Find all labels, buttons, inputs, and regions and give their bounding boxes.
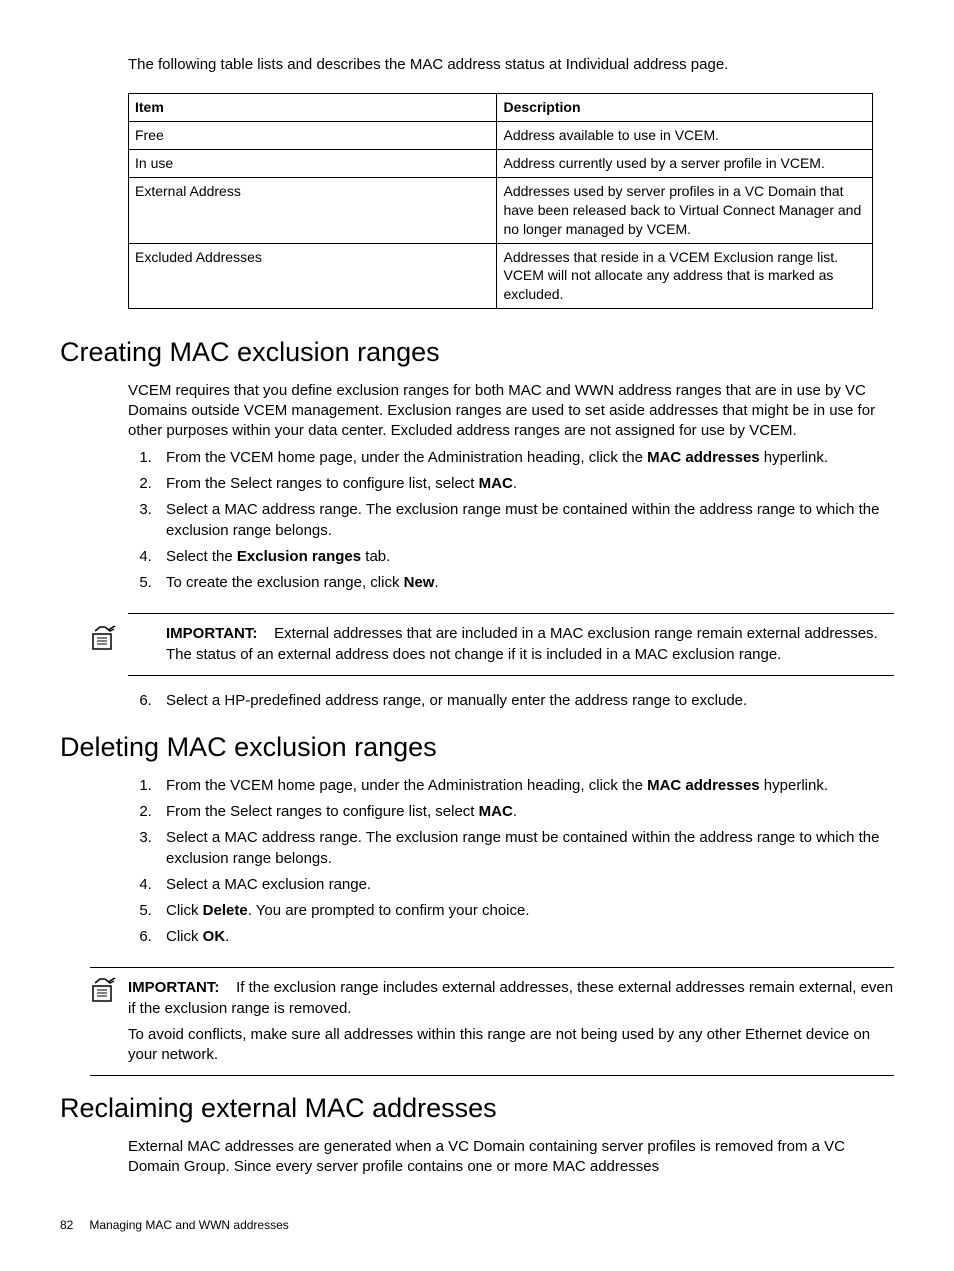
table-row: Excluded Addresses Addresses that reside… [129,243,873,309]
table-cell-desc: Addresses that reside in a VCEM Exclusio… [497,243,873,309]
table-cell-item: Free [129,122,497,150]
section-heading-reclaiming: Reclaiming external MAC addresses [60,1090,894,1126]
list-item: From the Select ranges to configure list… [156,473,894,494]
important-note-creating: IMPORTANT: External addresses that are i… [128,613,894,676]
note-text: IMPORTANT: External addresses that are i… [166,624,894,665]
table-header-description: Description [497,94,873,122]
table-cell-item: Excluded Addresses [129,243,497,309]
list-item: To create the exclusion range, click New… [156,572,894,593]
list-item: From the Select ranges to configure list… [156,801,894,822]
footer-chapter: Managing MAC and WWN addresses [89,1218,288,1232]
list-item: Select a MAC address range. The exclusio… [156,827,894,869]
section1-steps-continued: Select a HP-predefined address range, or… [128,690,894,711]
list-item: Click OK. [156,926,894,947]
section-heading-deleting: Deleting MAC exclusion ranges [60,729,894,765]
list-item: Select a MAC address range. The exclusio… [156,499,894,541]
list-item: Click Delete. You are prompted to confir… [156,900,894,921]
status-table: Item Description Free Address available … [128,93,873,309]
list-item: From the VCEM home page, under the Admin… [156,775,894,796]
table-row: In use Address currently used by a serve… [129,150,873,178]
table-row: External Address Addresses used by serve… [129,177,873,243]
section-heading-creating: Creating MAC exclusion ranges [60,334,894,370]
important-icon [90,624,118,652]
table-header-item: Item [129,94,497,122]
table-cell-desc: Addresses used by server profiles in a V… [497,177,873,243]
list-item: Select a MAC exclusion range. [156,874,894,895]
important-icon [90,976,118,1004]
table-cell-desc: Address currently used by a server profi… [497,150,873,178]
page-number: 82 [60,1217,73,1233]
section2-steps: From the VCEM home page, under the Admin… [128,775,894,947]
list-item: Select the Exclusion ranges tab. [156,546,894,567]
list-item: From the VCEM home page, under the Admin… [156,447,894,468]
important-note-deleting: IMPORTANT: If the exclusion range includ… [90,967,894,1076]
note-text: To avoid conflicts, make sure all addres… [128,1025,894,1066]
section3-paragraph: External MAC addresses are generated whe… [128,1137,894,1178]
table-row: Free Address available to use in VCEM. [129,122,873,150]
table-cell-item: In use [129,150,497,178]
note-text: IMPORTANT: If the exclusion range includ… [128,978,894,1019]
table-cell-item: External Address [129,177,497,243]
intro-text: The following table lists and describes … [128,55,894,75]
section1-steps: From the VCEM home page, under the Admin… [128,447,894,593]
list-item: Select a HP-predefined address range, or… [156,690,894,711]
table-cell-desc: Address available to use in VCEM. [497,122,873,150]
page-footer: 82 Managing MAC and WWN addresses [60,1217,894,1233]
section1-paragraph: VCEM requires that you define exclusion … [128,381,894,442]
